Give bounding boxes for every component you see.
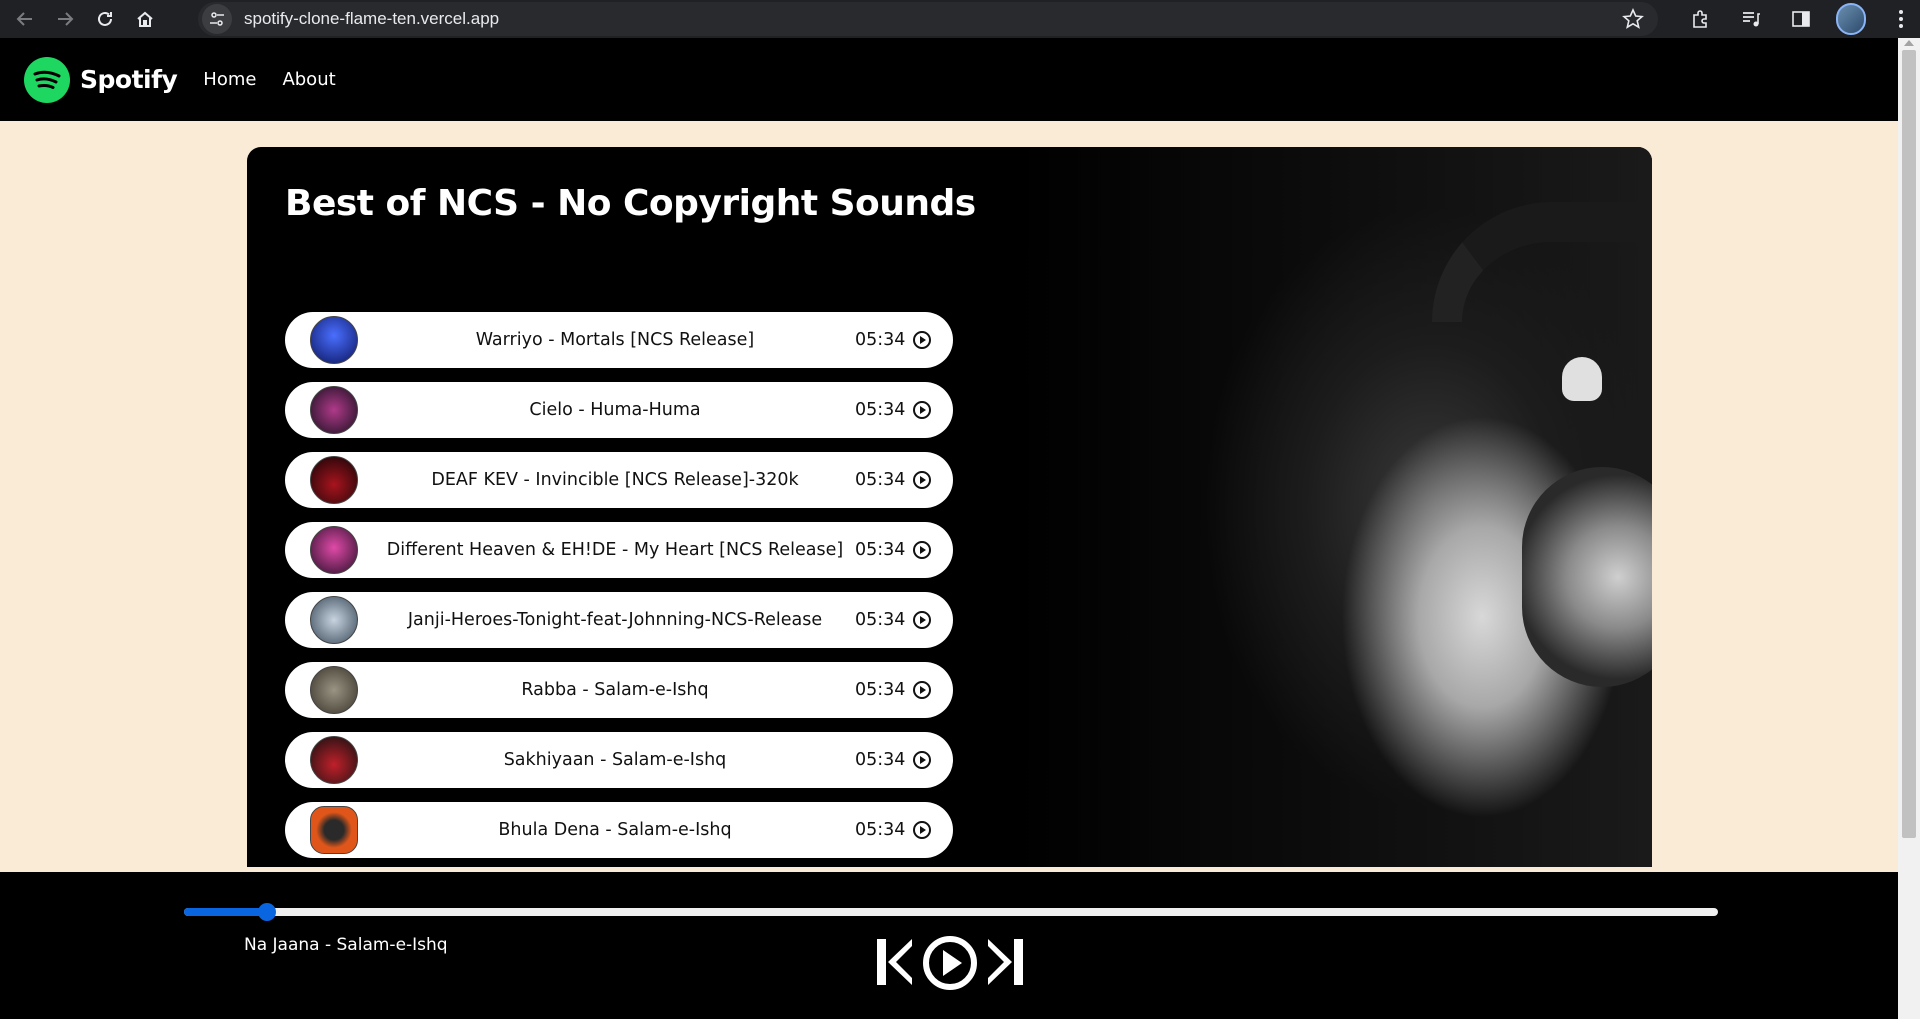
site-info-button[interactable] [202, 4, 232, 34]
song-duration: 05:34 [855, 750, 906, 770]
profile-button[interactable] [1836, 3, 1866, 35]
play-circle-icon[interactable] [913, 331, 931, 349]
url-text: spotify-clone-flame-ten.vercel.app [244, 9, 500, 28]
play-icon[interactable] [922, 935, 978, 991]
song-name: Warriyo - Mortals [NCS Release] [475, 330, 755, 350]
reload-button[interactable] [90, 4, 120, 34]
seek-thumb[interactable] [257, 903, 276, 921]
now-playing-title: Na Jaana - Salam-e-Ishq [244, 935, 448, 955]
song-name: Sakhiyaan - Salam-e-Ishq [503, 750, 727, 770]
tune-icon [210, 12, 224, 26]
song-thumbnail [310, 596, 358, 644]
song-duration: 05:34 [855, 400, 906, 420]
song-name: Cielo - Huma-Huma [529, 400, 701, 420]
song-item[interactable]: Warriyo - Mortals [NCS Release] 05:34 [285, 312, 953, 368]
spotify-logo-icon[interactable] [24, 56, 70, 103]
site-navbar: Spotify Home About [0, 38, 1898, 121]
song-item[interactable]: Rabba - Salam-e-Ishq 05:34 [285, 662, 953, 718]
back-button[interactable] [10, 4, 40, 34]
play-circle-icon[interactable] [913, 681, 931, 699]
song-item[interactable]: Janji-Heroes-Tonight-feat-Johnning-NCS-R… [285, 592, 953, 648]
song-duration: 05:34 [855, 470, 906, 490]
nav-link-about[interactable]: About [282, 69, 335, 90]
page-scrollbar[interactable] [1898, 38, 1920, 1019]
playback-controls [876, 936, 1026, 992]
song-item[interactable]: Sakhiyaan - Salam-e-Ishq 05:34 [285, 732, 953, 788]
song-name: DEAF KEV - Invincible [NCS Release]-320k [431, 470, 799, 490]
arrow-left-icon [16, 12, 32, 26]
hero-image [1012, 147, 1652, 867]
song-item[interactable]: DEAF KEV - Invincible [NCS Release]-320k… [285, 452, 953, 508]
headphone-band [1432, 202, 1652, 322]
song-thumbnail [310, 386, 358, 434]
browser-menu-button[interactable] [1886, 4, 1916, 34]
bookmark-star-icon[interactable] [1622, 8, 1644, 34]
song-name: Rabba - Salam-e-Ishq [521, 680, 709, 700]
song-duration: 05:34 [855, 330, 906, 350]
media-controls-button[interactable] [1736, 4, 1766, 34]
seek-bar[interactable] [184, 903, 1718, 921]
play-circle-icon[interactable] [913, 751, 931, 769]
song-thumbnail [310, 456, 358, 504]
song-item[interactable]: Different Heaven & EH!DE - My Heart [NCS… [285, 522, 953, 578]
seek-progress [184, 908, 267, 916]
address-bar[interactable]: spotify-clone-flame-ten.vercel.app [198, 2, 1658, 36]
side-panel-icon [1792, 11, 1810, 27]
song-name: Janji-Heroes-Tonight-feat-Johnning-NCS-R… [407, 610, 823, 630]
play-circle-icon[interactable] [913, 821, 931, 839]
song-duration: 05:34 [855, 680, 906, 700]
song-item[interactable]: Bhula Dena - Salam-e-Ishq 05:34 [285, 802, 953, 858]
home-button[interactable] [130, 4, 160, 34]
song-list: Warriyo - Mortals [NCS Release] 05:34 Ci… [285, 312, 953, 867]
nav-link-home[interactable]: Home [203, 69, 256, 90]
browser-toolbar: spotify-clone-flame-ten.vercel.app [0, 0, 1920, 38]
song-duration: 05:34 [855, 820, 906, 840]
music-player: Na Jaana - Salam-e-Ishq [0, 872, 1898, 1019]
play-circle-icon[interactable] [913, 471, 931, 489]
side-panel-button[interactable] [1786, 4, 1816, 34]
play-circle-icon[interactable] [913, 541, 931, 559]
song-name: Different Heaven & EH!DE - My Heart [NCS… [386, 540, 844, 560]
brand-name[interactable]: Spotify [80, 65, 178, 94]
avatar [1836, 3, 1866, 35]
song-thumbnail [310, 666, 358, 714]
playlist-title: Best of NCS - No Copyright Sounds [285, 183, 976, 224]
play-circle-icon[interactable] [913, 611, 931, 629]
puzzle-icon [1693, 10, 1707, 28]
queue-music-icon [1743, 12, 1760, 27]
song-duration: 05:34 [855, 610, 906, 630]
skip-previous-icon[interactable] [876, 936, 914, 988]
song-thumbnail [310, 806, 358, 854]
arrow-right-icon [58, 12, 74, 26]
song-thumbnail [310, 736, 358, 784]
extensions-button[interactable] [1686, 4, 1716, 34]
forward-button[interactable] [50, 4, 80, 34]
playlist-container: Best of NCS - No Copyright Sounds Warriy… [247, 147, 1652, 867]
scroll-up-arrow-icon[interactable] [1904, 40, 1914, 46]
play-circle-icon[interactable] [913, 401, 931, 419]
skull-logo-icon [1562, 357, 1602, 401]
song-thumbnail [310, 316, 358, 364]
song-duration: 05:34 [855, 540, 906, 560]
headphone-cup [1522, 467, 1652, 687]
skip-next-icon[interactable] [986, 936, 1024, 988]
song-item[interactable]: Cielo - Huma-Huma 05:34 [285, 382, 953, 438]
reload-icon [98, 11, 112, 26]
more-vertical-icon [1899, 10, 1903, 28]
scroll-thumb[interactable] [1902, 50, 1916, 838]
home-icon [137, 11, 153, 27]
song-name: Bhula Dena - Salam-e-Ishq [498, 820, 732, 840]
song-thumbnail [310, 526, 358, 574]
